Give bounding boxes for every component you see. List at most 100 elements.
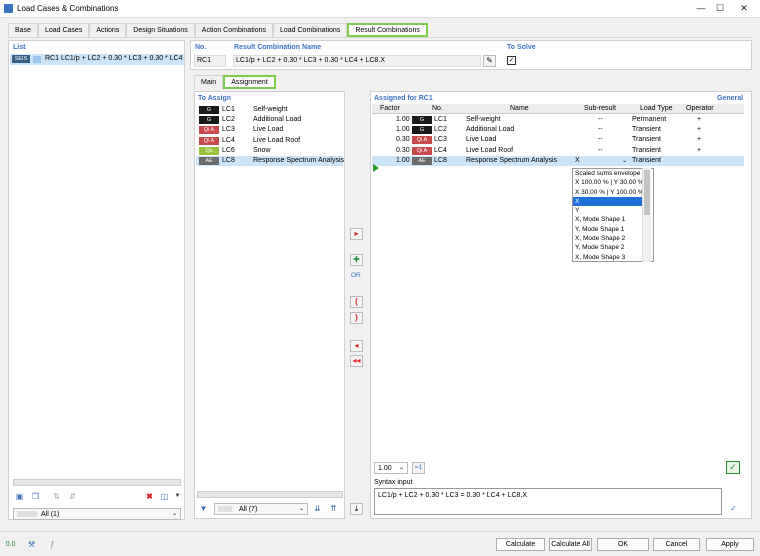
to-assign-item[interactable]: G LC1 Self-weight xyxy=(196,105,343,115)
edit-name-icon[interactable]: ✎ xyxy=(483,55,496,67)
maximize-button[interactable]: ☐ xyxy=(713,2,727,15)
dropdown-option[interactable]: Y xyxy=(573,206,643,215)
filter-icon[interactable]: ▼ xyxy=(198,503,209,514)
sort-icon[interactable]: ⇵ xyxy=(67,491,78,502)
rc-name-field[interactable]: LC1/p + LC2 + 0.30 * LC3 + 0.30 * LC4 + … xyxy=(233,55,481,67)
to-assign-filter-select[interactable]: All (7) ⌄ xyxy=(214,503,308,515)
tab-assignment[interactable]: Assignment xyxy=(223,75,276,89)
delete-icon[interactable]: ✖ xyxy=(144,491,155,502)
lc-number: LC6 xyxy=(222,146,235,154)
no-field[interactable]: RC1 xyxy=(194,55,226,67)
to-assign-item[interactable]: Qi A LC3 Live Load xyxy=(196,125,343,135)
col-operator: Operator xyxy=(686,105,714,112)
dropdown-scrollbar[interactable] xyxy=(642,168,651,262)
table-row[interactable]: 0.30 Qi A LC4 Live Load Roof -- Transient + xyxy=(372,146,744,156)
check-syntax-icon[interactable]: ✓ xyxy=(728,503,739,514)
dropdown-option[interactable]: X, Mode Shape 1 xyxy=(573,215,643,224)
lc-number: LC4 xyxy=(434,146,447,154)
calculate-all-button[interactable]: Calculate All xyxy=(549,538,592,551)
dropdown-option[interactable]: X, Mode Shape 2 xyxy=(573,234,643,243)
sub-result-cell[interactable]: -- xyxy=(598,115,603,125)
close-button[interactable]: ✕ xyxy=(737,2,751,15)
table-row[interactable]: 1.00 G LC1 Self-weight -- Permanent + xyxy=(372,115,744,125)
tab-load-combinations[interactable]: Load Combinations xyxy=(272,23,348,37)
factor-cell[interactable]: 1.00 xyxy=(396,156,410,166)
tab-main[interactable]: Main xyxy=(194,75,224,89)
view-options-icon[interactable]: ◫ xyxy=(159,491,170,502)
tab-action-combinations[interactable]: Action Combinations xyxy=(194,23,273,37)
chevron-down-icon[interactable]: ⌄ xyxy=(622,156,627,166)
chevron-down-icon[interactable]: ▼ xyxy=(172,491,183,502)
tab-base[interactable]: Base xyxy=(8,23,38,37)
copy-item-icon[interactable]: ❐ xyxy=(30,491,41,502)
to-solve-checkbox[interactable]: ✓ xyxy=(507,56,516,65)
lc-name: Live Load xyxy=(253,126,284,134)
list-scrollbar[interactable] xyxy=(13,479,181,486)
new-item-icon[interactable]: ▣ xyxy=(14,491,25,502)
calculate-button[interactable]: Calculate xyxy=(496,538,545,551)
add-plus-icon[interactable]: ✚ xyxy=(350,254,363,266)
to-assign-header: To Assign xyxy=(198,95,232,102)
dropdown-option[interactable]: X xyxy=(573,196,643,207)
script-icon[interactable]: ƒ xyxy=(47,539,58,550)
open-paren-button[interactable]: ( xyxy=(350,296,363,308)
factor-cell[interactable]: 1.00 xyxy=(396,115,410,125)
to-assign-panel: To Assign G LC1 Self-weight G LC2 Additional … xyxy=(194,91,345,519)
dropdown-option[interactable]: Scaled sums envelope xyxy=(573,169,643,178)
sub-result-cell[interactable]: -- xyxy=(598,135,603,145)
renumber-icon[interactable]: ⇅ xyxy=(51,491,62,502)
list-item[interactable]: SEIS RC1 LC1/p + LC2 + 0.30 * LC3 + 0.30… xyxy=(10,54,184,65)
factor-cell[interactable]: 0.30 xyxy=(396,146,410,156)
general-link[interactable]: General xyxy=(717,95,743,102)
load-type-badge: Qi A xyxy=(412,136,432,145)
syntax-input-field[interactable]: LC1/p + LC2 + 0.30 * LC3 = 0.30 * LC4 + … xyxy=(374,488,722,515)
sub-result-cell[interactable]: -- xyxy=(598,146,603,156)
dropdown-option[interactable]: Y, Mode Shape 1 xyxy=(573,225,643,234)
minimize-button[interactable]: — xyxy=(694,2,708,15)
set-factor-one-button[interactable]: =1 xyxy=(412,462,425,474)
factor-cell[interactable]: 0.30 xyxy=(396,135,410,145)
tab-result-combinations[interactable]: Result Combinations xyxy=(347,23,428,37)
select-all-icon[interactable]: ⇊ xyxy=(312,503,323,514)
tab-design-situations[interactable]: Design Situations xyxy=(126,23,195,37)
dropdown-option[interactable]: X 30.00 % | Y 100.00 % xyxy=(573,188,644,197)
factor-cell[interactable]: 1.00 xyxy=(396,125,410,135)
sub-result-cell[interactable]: -- xyxy=(598,125,603,135)
to-assign-item[interactable]: AE LC8 Response Spectrum Analysis xyxy=(196,156,344,166)
chevron-down-icon: ⌄ xyxy=(298,506,304,512)
add-right-button[interactable]: ▸ xyxy=(350,228,363,240)
dropdown-option[interactable]: X 100.00 % | Y 30.00 % xyxy=(573,178,644,187)
model-icon[interactable]: ⚒ xyxy=(26,539,37,550)
table-row[interactable]: 1.00 AE LC8 Response Spectrum Analysis X ⌄ Tra… xyxy=(372,155,744,166)
tab-actions[interactable]: Actions xyxy=(89,23,127,37)
move-down-icon[interactable]: ⤓ xyxy=(350,503,363,515)
close-paren-button[interactable]: ) xyxy=(350,312,363,324)
tab-load-cases[interactable]: Load Cases xyxy=(37,23,90,37)
col-factor: Factor xyxy=(380,105,400,112)
operator-cell[interactable]: + xyxy=(697,115,701,125)
operator-cell[interactable]: + xyxy=(697,135,701,145)
sub-result-cell[interactable]: X xyxy=(575,156,580,166)
dropdown-option[interactable]: Y, Mode Shape 2 xyxy=(573,243,643,252)
deselect-icon[interactable]: ⇈ xyxy=(328,503,339,514)
units-icon[interactable]: 0.0 xyxy=(5,539,16,550)
table-row[interactable]: 0.30 Qi A LC3 Live Load -- Transient + xyxy=(372,135,744,145)
remove-all-button[interactable]: ◂◂ xyxy=(350,355,363,367)
table-row[interactable]: 1.00 G LC2 Additional Load -- Transient + xyxy=(372,125,744,135)
list-filter-select[interactable]: All (1) ⌄ xyxy=(13,508,181,520)
dropdown-option[interactable]: X, Mode Shape 3 xyxy=(573,253,643,262)
ok-button[interactable]: OK xyxy=(597,538,649,551)
to-assign-item[interactable]: G LC2 Additional Load xyxy=(196,115,343,125)
cancel-button[interactable]: Cancel xyxy=(653,538,700,551)
to-assign-item[interactable]: Qs LC6 Snow xyxy=(196,146,343,156)
to-assign-item[interactable]: Qi A LC4 Live Load Roof xyxy=(196,136,343,146)
lc-name: Response Spectrum Analysis xyxy=(466,156,558,164)
operator-cell[interactable]: + xyxy=(697,125,701,135)
to-assign-scrollbar[interactable] xyxy=(197,491,343,498)
or-button[interactable]: OR xyxy=(351,272,361,279)
factor-select[interactable]: 1.00 ⌄ xyxy=(374,462,408,474)
apply-button[interactable]: Apply xyxy=(706,538,754,551)
operator-cell[interactable]: + xyxy=(697,146,701,156)
apply-check-icon[interactable]: ✓ xyxy=(726,461,740,474)
remove-left-button[interactable]: ◂ xyxy=(350,340,363,352)
